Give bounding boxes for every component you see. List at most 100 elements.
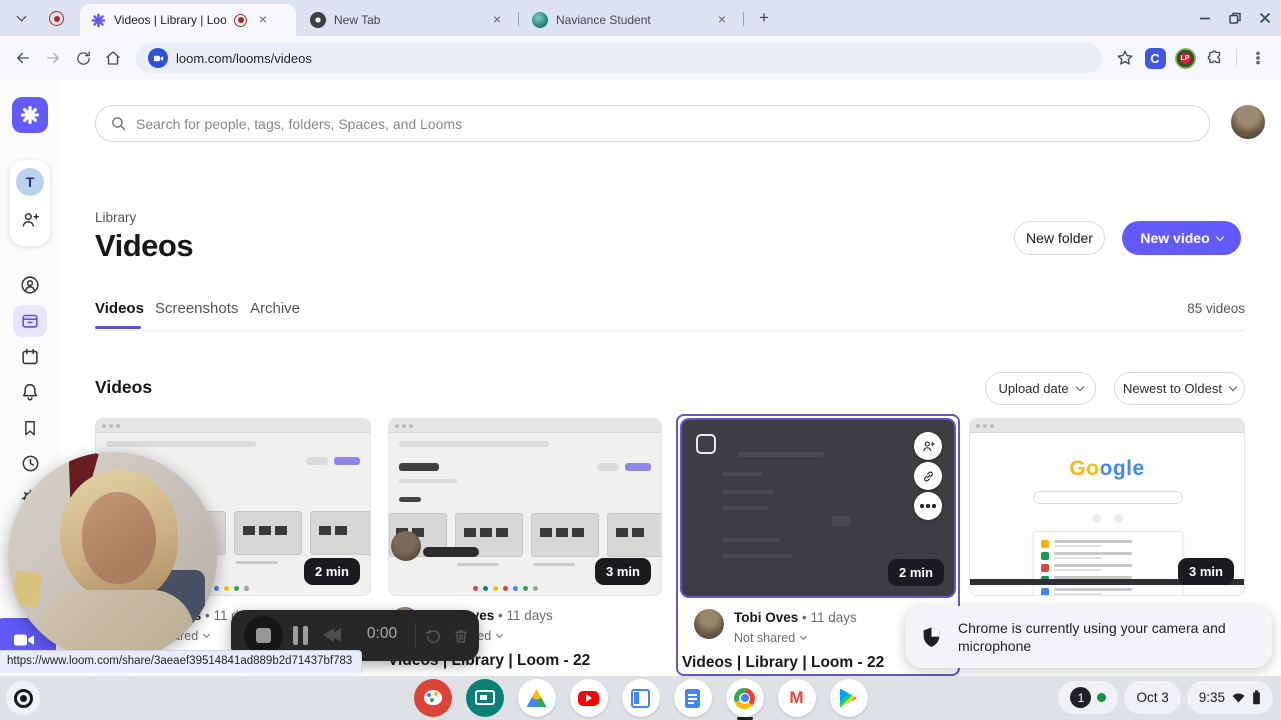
- status-bar-link: https://www.loom.com/share/3aeaef3951484…: [0, 650, 362, 673]
- sidebar-calendar-icon[interactable]: [13, 341, 47, 373]
- card-action-copy-link-icon[interactable]: [914, 462, 942, 490]
- share-status-dropdown[interactable]: Not shared: [734, 631, 857, 645]
- search-input[interactable]: [136, 115, 1195, 132]
- wifi-icon: [1232, 693, 1245, 703]
- notification-counter[interactable]: 1: [1058, 681, 1119, 714]
- new-video-button[interactable]: New video: [1122, 221, 1241, 255]
- video-age: 11 days: [506, 608, 553, 623]
- video-thumbnail[interactable]: 2 min: [680, 418, 956, 598]
- rewind-button[interactable]: [323, 628, 341, 642]
- youtube-icon: [578, 690, 599, 706]
- tab-close-icon[interactable]: ×: [255, 12, 271, 28]
- tab-close-icon[interactable]: ×: [489, 12, 505, 28]
- google-docs-icon: [685, 688, 700, 708]
- webcam-bubble[interactable]: [8, 452, 217, 661]
- app-screencast[interactable]: [465, 679, 504, 717]
- gmail-icon: M: [789, 688, 804, 707]
- extensions-puzzle-icon[interactable]: [1200, 43, 1230, 73]
- user-avatar[interactable]: [1231, 105, 1265, 139]
- delete-recording-button[interactable]: [449, 624, 473, 648]
- loom-favicon-icon: [90, 12, 106, 28]
- tab-loom[interactable]: Videos | Library | Loom ×: [80, 4, 296, 36]
- new-tab-button[interactable]: +: [752, 6, 776, 30]
- duration-badge: 3 min: [1178, 558, 1234, 585]
- tab-close-icon[interactable]: ×: [714, 12, 730, 28]
- app-gmail[interactable]: M: [777, 679, 816, 717]
- card-action-person-add-icon[interactable]: [914, 432, 942, 460]
- thumb-deco: [970, 419, 1244, 433]
- recording-time: 0:00: [366, 625, 398, 642]
- tab-screenshots[interactable]: Screenshots: [155, 300, 238, 317]
- search-bar[interactable]: [95, 105, 1210, 142]
- new-folder-button[interactable]: New folder: [1014, 221, 1105, 255]
- sidebar-notifications-bell-icon[interactable]: [13, 376, 47, 408]
- tab-divider: [518, 12, 519, 26]
- select-checkbox[interactable]: [696, 434, 716, 454]
- app-canvas[interactable]: [413, 679, 452, 717]
- sort-order-dropdown[interactable]: Newest to Oldest: [1114, 372, 1245, 405]
- card-action-more-ellipsis-icon[interactable]: [914, 492, 942, 520]
- sort-by-dropdown[interactable]: Upload date: [985, 372, 1096, 405]
- os-shelf: M 1 Oct 3 9:35: [0, 676, 1281, 720]
- forward-button[interactable]: [38, 43, 68, 73]
- app-youtube[interactable]: [569, 679, 608, 717]
- thumb-deco: [1033, 491, 1183, 504]
- tab-archive[interactable]: Archive: [250, 300, 300, 317]
- address-bar[interactable]: loom.com/looms/videos: [136, 43, 1102, 73]
- chrome-icon: [734, 687, 755, 709]
- battery-icon: [1253, 690, 1260, 705]
- video-thumbnail[interactable]: 3 min: [388, 418, 662, 596]
- chevron-down-icon: [496, 630, 504, 639]
- chevron-down-icon: [1215, 232, 1224, 241]
- author-name[interactable]: Tobi Oves: [734, 610, 798, 625]
- video-count: 85 videos: [1187, 301, 1245, 316]
- google-logo: Google: [970, 457, 1244, 481]
- app-google-docs[interactable]: [673, 679, 712, 717]
- tab-recording-indicator-icon: [234, 13, 247, 27]
- window-restore-button[interactable]: [1224, 8, 1246, 28]
- sidebar-home-person-icon[interactable]: [13, 269, 47, 301]
- invite-person-add-icon[interactable]: [16, 206, 44, 234]
- tab-title: New Tab: [334, 13, 381, 27]
- thumb-deco: [96, 419, 370, 433]
- tab-new-tab[interactable]: New Tab ×: [300, 4, 515, 36]
- workspace-avatar[interactable]: T: [16, 168, 44, 196]
- restart-recording-button[interactable]: [421, 624, 445, 648]
- green-status-dot-icon: [1097, 693, 1107, 702]
- camera-mic-notification[interactable]: Chrome is currently using your camera an…: [905, 606, 1272, 668]
- tab-divider: [743, 12, 744, 26]
- app-google-play[interactable]: [829, 679, 868, 717]
- bubble-deco: [82, 492, 156, 584]
- sidebar-library-icon[interactable]: [13, 305, 47, 337]
- home-button[interactable]: [98, 43, 128, 73]
- recording-indicator-icon: [49, 11, 64, 26]
- browser-menu-kebab-icon[interactable]: [1243, 43, 1273, 73]
- video-card[interactable]: Google 3 min: [969, 418, 1245, 596]
- video-thumbnail[interactable]: Google 3 min: [969, 418, 1245, 596]
- app-window-manager[interactable]: [621, 679, 660, 717]
- reload-button[interactable]: [68, 43, 98, 73]
- app-google-drive[interactable]: [517, 679, 556, 717]
- url-text: loom.com/looms/videos: [176, 50, 312, 66]
- tab-search-button[interactable]: [8, 7, 34, 29]
- bookmark-star-icon[interactable]: [1110, 43, 1140, 73]
- tab-videos[interactable]: Videos: [95, 300, 144, 317]
- clever-extension-icon[interactable]: C: [1140, 43, 1170, 73]
- sidebar-history-clock-icon[interactable]: [13, 447, 47, 479]
- app-chrome[interactable]: [725, 679, 764, 720]
- chevron-down-icon: [1075, 382, 1084, 392]
- loom-logo-icon[interactable]: [12, 97, 48, 133]
- window-minimize-button[interactable]: [1194, 8, 1216, 28]
- tab-naviance[interactable]: Naviance Student ×: [522, 4, 740, 36]
- sidebar-bookmarks-icon[interactable]: [13, 412, 47, 444]
- date-pill[interactable]: Oct 3: [1124, 681, 1181, 714]
- pause-recording-button[interactable]: [293, 626, 308, 645]
- system-tray[interactable]: 9:35: [1186, 681, 1273, 714]
- lastpass-extension-icon[interactable]: LP: [1170, 43, 1200, 73]
- bubble-deco: [11, 570, 43, 608]
- active-tab-underline: [95, 326, 141, 329]
- window-manager-icon: [631, 688, 650, 708]
- back-button[interactable]: [8, 43, 38, 73]
- site-loom-icon: [148, 48, 168, 68]
- window-close-button[interactable]: [1254, 8, 1276, 28]
